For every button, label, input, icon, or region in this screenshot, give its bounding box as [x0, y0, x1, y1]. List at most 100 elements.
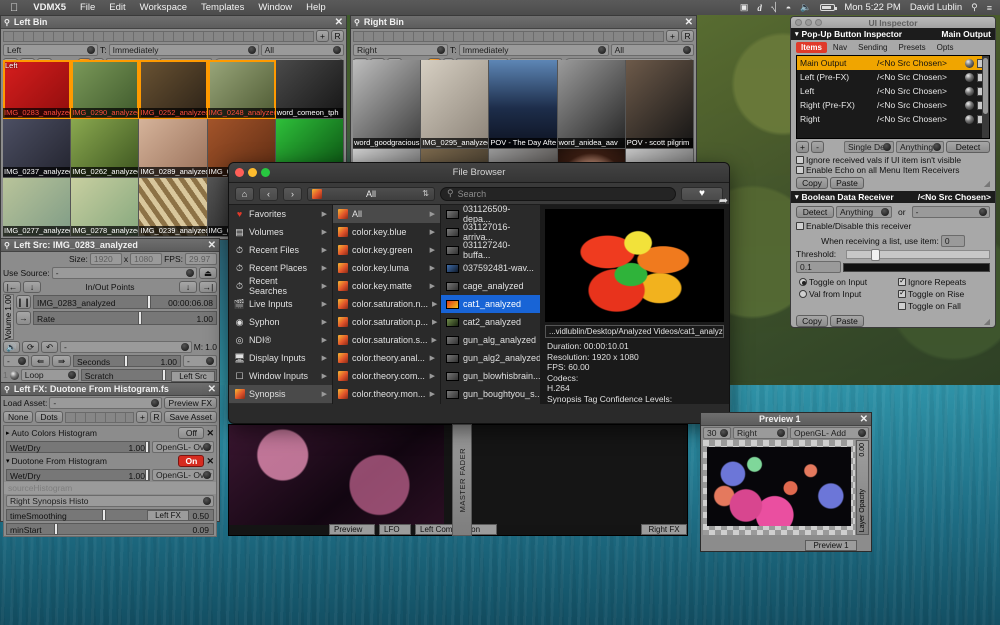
load-asset-select[interactable]: - [49, 397, 162, 409]
file-browser-sidebar[interactable]: ♥ Favorites ▶ ▤ Volumes ▶ ⏱ Recent Files ▶ ⏱ Re… [229, 205, 333, 404]
left-composition-preview[interactable] [229, 425, 444, 525]
fx-none-button[interactable]: None [3, 411, 34, 423]
val-from-input-radio[interactable] [799, 290, 807, 298]
favorite-heart-icon[interactable]: ♥ ➦ [681, 186, 728, 207]
goto-end-button[interactable]: →| [199, 281, 217, 293]
tab-sending[interactable]: Sending [853, 42, 893, 53]
receiver-anything-select[interactable]: Anything [836, 206, 892, 218]
receiver-detect-row[interactable]: Detect Anything or - [791, 203, 995, 221]
chevron-right-icon[interactable]: ▸ [6, 429, 10, 437]
sidebar-item-synopsis[interactable]: Synopsis ▶ [229, 385, 332, 403]
bin-clip-cell[interactable]: word_goodgracious [353, 60, 422, 149]
toggle-on-fall-row[interactable]: Toggle on Fall [898, 300, 987, 312]
inspector-check2-row[interactable]: Enable Echo on all Menu Item Receivers [791, 165, 995, 175]
preview1-blend-select[interactable]: OpenGL- Add [790, 427, 869, 439]
sidebar-item-isf-sources[interactable]: ■ISF Sources▶ [229, 403, 332, 404]
master-fader[interactable]: MASTER FADER [452, 424, 472, 536]
right-bin-page-ticks[interactable] [353, 30, 664, 42]
sidebar-item-recent-places[interactable]: ⏱ Recent Places ▶ [229, 259, 332, 277]
sidebar-item-ndi[interactable]: ◎ NDI® ▶ [229, 331, 332, 349]
sidebar-item-syphon[interactable]: ◉ Syphon ▶ [229, 313, 332, 331]
fx-preset-ticks[interactable] [64, 411, 135, 423]
goto-start-button[interactable]: |← [3, 281, 21, 293]
right-composition-preview[interactable] [473, 425, 683, 525]
volume-icon[interactable]: 🔈 [800, 2, 811, 13]
tag-item[interactable]: color.tones.black▶ [333, 403, 440, 404]
sidebar-item-window-inputs[interactable]: ☐ Window Inputs ▶ [229, 367, 332, 385]
fx-param-row[interactable]: minStart 0.09 [4, 522, 216, 536]
left-bin-page-ticks[interactable] [3, 30, 314, 42]
fx-item-header[interactable]: ▾ Duotone From Histogram On ✕ [4, 454, 216, 468]
seconds-unit-select[interactable]: - [183, 355, 217, 368]
popup-button-inspector-header[interactable]: ▾ Pop-Up Button Inspector Main Output [791, 28, 995, 40]
ignore-received-vals-checkbox[interactable] [796, 156, 804, 164]
preview1-tab[interactable]: Preview 1 [805, 540, 857, 551]
clip-scrub-slider[interactable]: IMG_0283_analyzed 00:00:06.08 [33, 295, 217, 309]
tag-item[interactable]: color.theory.anal... ▶ [333, 349, 440, 367]
use-source-select[interactable]: - [51, 267, 197, 279]
menu-item-templates[interactable]: Templates [194, 2, 251, 13]
inspector-item-row[interactable]: Left /<No Src Chosen> [797, 84, 989, 98]
bin-clip-cell[interactable]: IMG_0278_analyzed [71, 178, 140, 237]
file-item[interactable]: 031127240-buffa... [441, 240, 540, 260]
resize-grip-icon[interactable]: ◢ [984, 317, 990, 326]
fx-param-source-row[interactable]: Right Synopsis Histo [4, 494, 216, 508]
inspector-item-orb[interactable] [965, 86, 974, 96]
bin-clip-cell[interactable]: IMG_0239_analyzed [139, 178, 208, 237]
bin-clip-cell[interactable]: word_anidea_aav [557, 60, 626, 149]
file-item[interactable]: cat2_analyzed [441, 313, 540, 331]
menu-item-window[interactable]: Window [251, 2, 299, 13]
preview1-titlebar[interactable]: Preview 1 ✕ [701, 413, 871, 426]
file-browser-tag-column[interactable]: All ▶ color.key.blue ▶ color.key.green ▶ co… [333, 205, 441, 404]
inspector-check1-row[interactable]: Ignore received vals if UI item isn't vi… [791, 155, 995, 165]
preview1-panel[interactable]: Preview 1 ✕ 30 Right OpenGL- Add 0.00 La… [700, 412, 872, 552]
sidebar-item-recent-files[interactable]: ⏱ Recent Files ▶ [229, 241, 332, 259]
tab-right-fx[interactable]: Right FX [641, 524, 687, 535]
enable-receiver-checkbox[interactable] [796, 222, 804, 230]
receiver-list-item-row[interactable]: When receiving a list, use item: 0 [791, 231, 995, 248]
bin-clip-cell[interactable]: IMG_0252_analyzed [139, 60, 208, 119]
inspector-actions-row[interactable]: + - Single De Anything Detect [791, 139, 995, 155]
enable-echo-checkbox[interactable] [796, 166, 804, 174]
list-item-field[interactable]: 0 [940, 235, 965, 247]
right-bin-titlebar[interactable]: ⚲ Right Bin ✕ [351, 16, 696, 29]
inspector-item-row[interactable]: Left (Pre-FX) /<No Src Chosen> [797, 70, 989, 84]
bin-clip-cell[interactable]: IMG_0248_analyzed [207, 60, 276, 119]
left-source-usesource-row[interactable]: Use Source: - ⏏ [1, 266, 219, 280]
fx-dots-button[interactable]: Dots [35, 411, 63, 423]
chevron-down-icon[interactable]: ▾ [795, 30, 799, 38]
loop-select[interactable]: Loop [20, 369, 79, 382]
menu-item-help[interactable]: Help [299, 2, 333, 13]
right-bin-add-button[interactable]: + [666, 30, 679, 42]
file-browser-search-input[interactable]: ⚲ Search [440, 186, 676, 201]
volume-icon[interactable]: 🔊 [3, 341, 20, 354]
left-src-tab[interactable]: Left Src [171, 371, 215, 382]
file-browser-window[interactable]: File Browser ⌂ ‹ › All ⚲ Search ♥ ➦ ♥ Fav… [228, 162, 730, 424]
inspector-item-orb[interactable] [965, 100, 974, 110]
ui-inspector-window[interactable]: UI Inspector ▾ Pop-Up Button Inspector M… [790, 16, 996, 328]
left-source-panel[interactable]: ⚲ Left Src: IMG_0283_analyzed ✕ Size: 19… [0, 238, 220, 383]
inspector-copypaste-row[interactable]: Copy Paste ◢ [791, 175, 995, 191]
file-browser-titlebar[interactable]: File Browser [229, 163, 729, 183]
control-center-icon[interactable]: ≡ [987, 3, 992, 13]
file-item[interactable]: gun_alg2_analyzed [441, 349, 540, 367]
seconds-slider[interactable]: Seconds 1.00 [73, 355, 181, 368]
bin-clip-cell[interactable]: IMG_0277_analyzed [3, 178, 72, 237]
file-item[interactable]: gun_blowhisbrain... [441, 367, 540, 385]
tag-item-all[interactable]: All ▶ [333, 205, 440, 223]
menu-item-edit[interactable]: Edit [102, 2, 132, 13]
toggle-on-rise-row[interactable]: Toggle on Rise [898, 288, 987, 300]
receiver-paste-button[interactable]: Paste [830, 315, 864, 327]
left-fx-titlebar[interactable]: ⚲ Left FX: Duotone From Histogram.fs ✕ [1, 383, 219, 396]
fx-wetdry-row[interactable]: Wet/Dry 1.00 OpenGL- Over [4, 468, 216, 482]
file-browser-file-column[interactable]: 031126509-depa... 031127016-arriva... 03… [441, 205, 541, 404]
inspector-item-orb[interactable] [965, 114, 974, 124]
close-icon[interactable]: ✕ [860, 414, 868, 425]
left-source-seconds-row[interactable]: - ⇚ ⇛ Seconds 1.00 - [1, 354, 219, 368]
inspector-item-list[interactable]: Main Output /<No Src Chosen> Left (Pre-FX… [796, 55, 990, 139]
threshold-row[interactable]: Threshold: [791, 248, 995, 261]
rate-slider[interactable]: Rate 1.00 [33, 311, 217, 325]
ignore-repeats-checkbox[interactable] [898, 276, 906, 286]
tag-item[interactable]: color.key.matte ▶ [333, 277, 440, 295]
home-icon[interactable]: ⌂ [235, 186, 254, 201]
